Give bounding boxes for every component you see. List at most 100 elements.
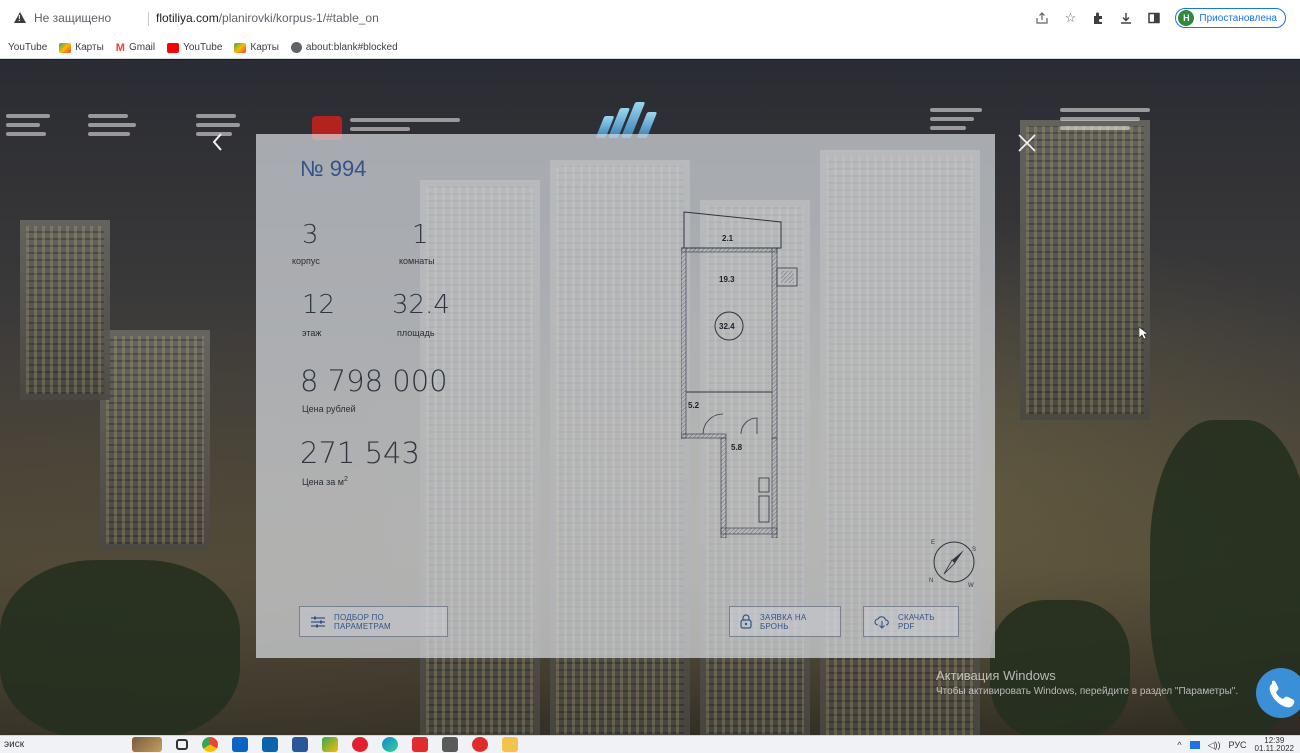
star-icon[interactable]: ☆ (1063, 11, 1077, 25)
apartment-number: № 994 (300, 156, 367, 181)
extensions-icon[interactable] (1091, 11, 1105, 25)
balcony-area: 2.1 (722, 234, 734, 243)
bookmark-maps[interactable]: Карты (59, 42, 104, 53)
bookmark-label: YouTube (8, 42, 48, 53)
network-icon[interactable] (1189, 741, 1200, 749)
calculator-icon[interactable] (442, 737, 458, 752)
building (1020, 120, 1150, 420)
divider (148, 12, 149, 26)
bookmark-youtube-plain[interactable]: YouTube (8, 42, 47, 53)
room-area: 19.3 (719, 275, 735, 284)
activation-subtitle: Чтобы активировать Windows, перейдите в … (936, 686, 1239, 697)
price-label: Цена рублей (302, 404, 356, 414)
clock-date: 01.11.2022 (1254, 744, 1294, 753)
previous-arrow-icon[interactable] (208, 130, 228, 154)
gmail-icon: M (115, 41, 125, 54)
filter-icon (311, 616, 325, 627)
url-path: /planirovki/korpus-1/#table_on (218, 11, 379, 25)
mouse-cursor-icon (1138, 326, 1148, 340)
price-per-m2-value: 271 543 (300, 436, 420, 470)
taskbar-search[interactable]: эиск (4, 739, 24, 750)
compass-n: N (929, 578, 933, 584)
reserve-button[interactable]: ЗАЯВКА НА БРОНЬ (729, 606, 841, 637)
reserve-button-label: ЗАЯВКА НА БРОНЬ (760, 612, 807, 631)
compass-e: E (931, 540, 935, 546)
filter-button[interactable]: ПОДБОР ПО ПАРАМЕТРАМ (299, 606, 448, 637)
bookmark-label: about:blank#blocked (305, 42, 398, 53)
floor-label: этаж (302, 328, 322, 338)
speaker-icon[interactable]: ◁)) (1208, 740, 1221, 751)
hall-area: 5.2 (688, 401, 700, 410)
task-view-icon[interactable] (176, 739, 188, 750)
bookmark-label: Карты (250, 42, 279, 53)
building (100, 330, 210, 550)
store-icon[interactable] (232, 737, 248, 752)
trees (0, 560, 240, 735)
folder-icon[interactable] (502, 737, 518, 752)
address-bar[interactable]: flotiliya.com/planirovki/korpus-1/#table… (156, 11, 379, 25)
total-area-badge: 32.4 (719, 322, 735, 331)
price-value: 8 798 000 (300, 364, 448, 398)
korpus-value: 3 (302, 220, 319, 250)
building (20, 220, 110, 400)
phone-icon (1269, 680, 1295, 708)
yandex-icon[interactable] (412, 737, 428, 752)
opera-icon[interactable] (352, 737, 368, 752)
warning-icon[interactable] (14, 12, 26, 23)
bookmark-gmail[interactable]: M Gmail (116, 42, 155, 54)
system-tray: ^ ◁)) РУС 12:39 01.11.2022 (1177, 737, 1294, 753)
nav-column (6, 114, 50, 136)
url-domain: flotiliya.com (156, 11, 219, 25)
mail-icon[interactable] (262, 737, 278, 752)
download-icon[interactable] (1119, 11, 1133, 25)
rooms-value: 1 (412, 220, 429, 250)
bookmark-blank[interactable]: about:blank#blocked (290, 42, 398, 53)
youtube-icon (167, 42, 180, 53)
nav-column (350, 118, 460, 131)
profile-chip[interactable]: Н Приостановлена (1175, 8, 1286, 28)
maps-icon (234, 42, 247, 53)
close-icon[interactable] (1016, 132, 1038, 154)
activation-title: Активация Windows (936, 668, 1056, 683)
download-pdf-button[interactable]: СКАЧАТЬ PDF (863, 606, 959, 637)
browser-toolbar: Не защищено flotiliya.com/planirovki/kor… (0, 0, 1300, 37)
bookmark-youtube[interactable]: YouTube (167, 42, 222, 53)
security-label[interactable]: Не защищено (34, 11, 111, 25)
price-per-m2-sup: 2 (343, 476, 348, 483)
price-per-m2-text: Цена за м (302, 477, 344, 487)
compass-w: W (968, 583, 974, 588)
bookmark-label: Карты (75, 42, 104, 53)
apartment-modal: № 994 3 корпус 1 комнаты 12 этаж 32.4 пл… (256, 134, 995, 658)
screen: Не защищено flotiliya.com/planirovki/kor… (0, 0, 1300, 753)
game-icon[interactable] (132, 737, 162, 752)
maps-app-icon[interactable] (322, 737, 338, 752)
compass-icon: E S N W (929, 540, 976, 588)
clock[interactable]: 12:39 01.11.2022 (1255, 737, 1294, 753)
globe-icon (290, 42, 302, 53)
bookmark-maps-2[interactable]: Карты (234, 42, 279, 53)
nav-column (930, 108, 982, 130)
bookmarks-bar: YouTube Карты M Gmail YouTube Карты about… (0, 37, 1300, 59)
edge-icon[interactable] (382, 737, 398, 752)
korpus-label: корпус (292, 256, 320, 266)
chevron-up-icon[interactable]: ^ (1177, 740, 1181, 750)
maps-icon (59, 42, 72, 53)
windows-activation-notice: Активация Windows Чтобы активировать Win… (936, 668, 1238, 697)
chrome-icon[interactable] (202, 737, 218, 752)
call-button[interactable] (1256, 668, 1300, 718)
floor-plan[interactable]: 2.1 19.3 32.4 5.2 5.8 (681, 208, 801, 538)
cloud-download-icon (874, 615, 889, 629)
bookmark-label: YouTube (183, 42, 223, 53)
area-label: площадь (397, 328, 435, 338)
filter-button-label: ПОДБОР ПО ПАРАМЕТРАМ (334, 612, 391, 631)
profile-status: Приостановлена (1199, 12, 1277, 24)
nav-column (88, 114, 136, 136)
area-value: 32.4 (392, 290, 450, 320)
site-logo (592, 102, 658, 138)
yandex-browser-icon[interactable] (472, 737, 488, 752)
avatar: Н (1178, 10, 1195, 26)
share-icon[interactable] (1035, 11, 1049, 25)
word-icon[interactable] (292, 737, 308, 752)
sidepanel-icon[interactable] (1147, 11, 1161, 25)
language-indicator[interactable]: РУС (1229, 740, 1247, 750)
